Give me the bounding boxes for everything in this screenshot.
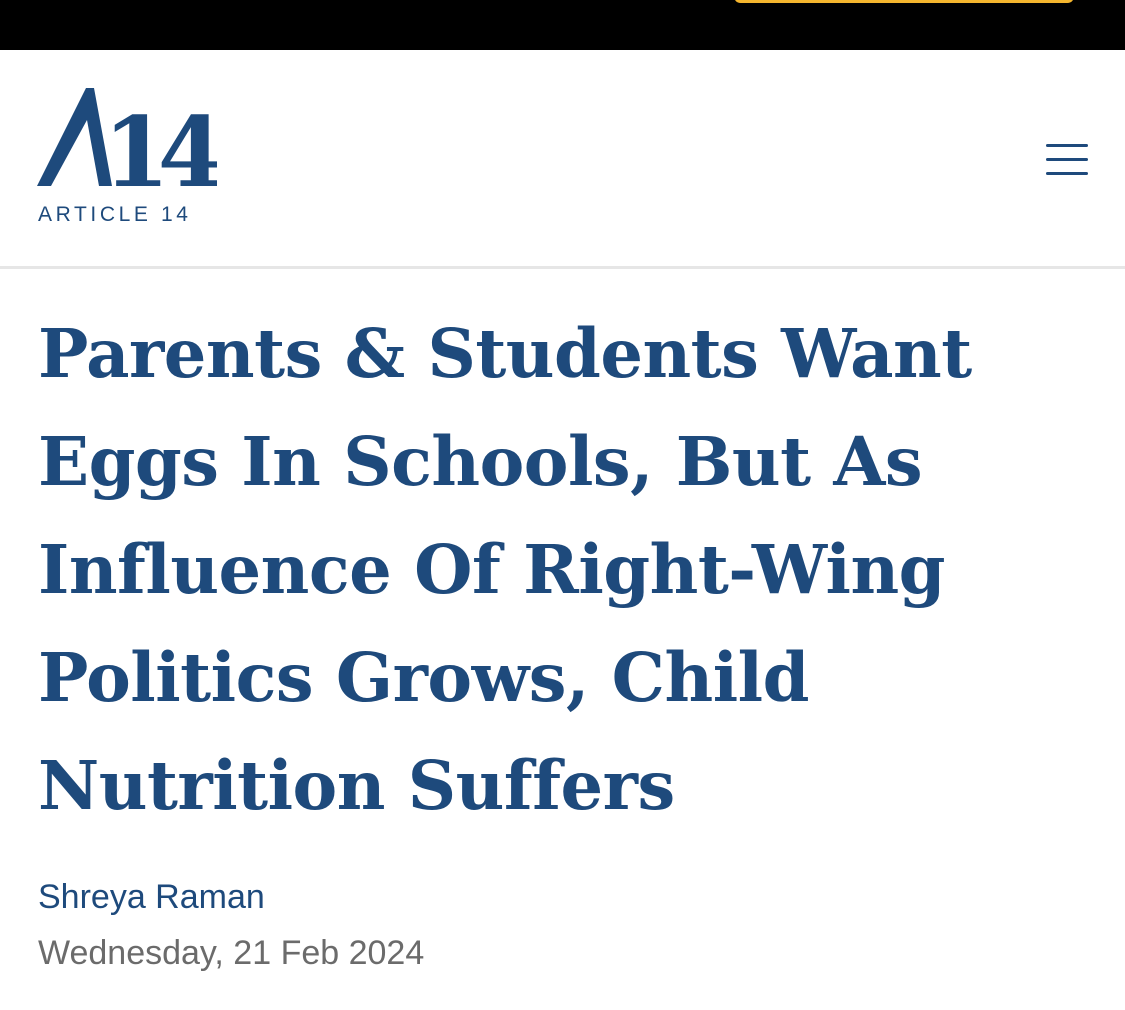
logo-mark-icon: 14 (37, 88, 217, 190)
status-bar (0, 0, 1125, 50)
article: Parents & Students Want Eggs In Schools,… (38, 300, 1088, 840)
svg-text:14: 14 (103, 96, 217, 190)
hamburger-menu-icon (1046, 144, 1088, 175)
author-link[interactable]: Shreya Raman (38, 878, 265, 917)
site-logo[interactable]: 14 ARTICLE 14 (37, 88, 237, 238)
publish-date: Wednesday, 21 Feb 2024 (38, 934, 425, 972)
menu-button[interactable] (1040, 138, 1092, 182)
article-headline: Parents & Students Want Eggs In Schools,… (38, 314, 972, 825)
site-header: 14 ARTICLE 14 (0, 50, 1125, 269)
banner-pill[interactable] (734, 0, 1074, 3)
logo-text: ARTICLE 14 (38, 203, 192, 226)
